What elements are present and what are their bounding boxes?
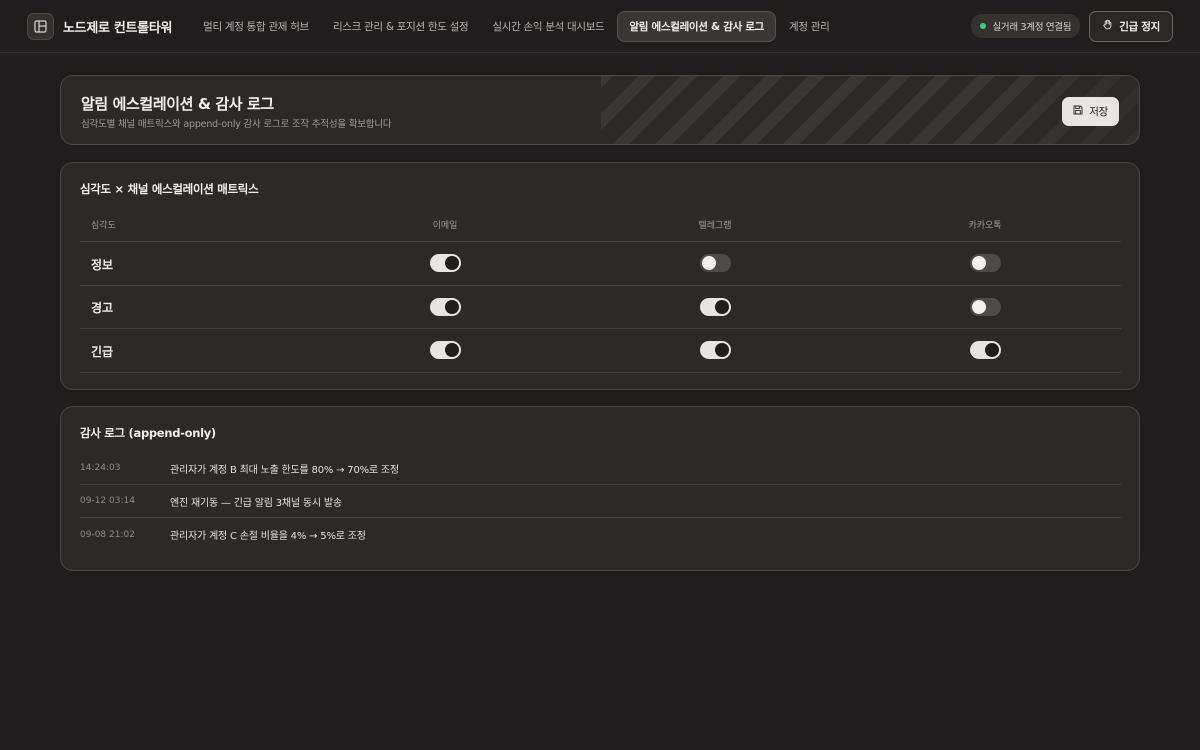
severity-label: 긴급 [91, 344, 114, 359]
nav-item-risk-limits[interactable]: 리스크 관리 & 포지션 한도 설정 [322, 12, 479, 41]
toggle-knob [714, 343, 729, 358]
header-email: 이메일 [432, 221, 458, 231]
log-message: 관리자가 계정 B 최대 노출 한도를 80% → 70%로 조정 [170, 464, 399, 476]
log-timestamp: 14:24:03 [80, 463, 121, 473]
telegram-toggle[interactable] [699, 254, 731, 273]
escalation-matrix-card: 심각도 × 채널 에스컬레이션 매트릭스 심각도 이메일 텔레그램 카카오톡 정… [60, 162, 1140, 390]
layout-icon [27, 12, 54, 40]
audit-log-title: 감사 로그 (append-only) [80, 426, 216, 440]
telegram-toggle[interactable] [699, 297, 731, 316]
log-message: 관리자가 계정 C 손절 비율을 4% → 5%로 조정 [170, 531, 366, 542]
email-toggle[interactable] [429, 341, 461, 360]
page-title: 알림 에스컬레이션 & 감사 로그 [81, 95, 274, 113]
nav-item-multi-account-hub[interactable]: 멀티 계정 통합 관제 허브 [192, 12, 320, 41]
emergency-stop-button[interactable]: 긴급 정지 [1089, 10, 1173, 42]
telegram-toggle[interactable] [699, 341, 731, 360]
log-entry: 14:24:03 관리자가 계정 B 최대 노출 한도를 80% → 70%로 조… [80, 452, 1121, 485]
page-header-card: 알림 에스컬레이션 & 감사 로그 심각도별 채널 매트릭스와 append-o… [60, 75, 1140, 145]
matrix-row: 경고 [80, 286, 1121, 329]
email-toggle[interactable] [429, 297, 461, 316]
nav-item-account-management[interactable]: 계정 관리 [778, 12, 840, 41]
kakao-toggle[interactable] [969, 297, 1001, 316]
page-subtitle: 심각도별 채널 매트릭스와 append-only 감사 로그로 조작 추적성을… [81, 119, 392, 130]
toggle-knob [714, 299, 729, 314]
log-timestamp: 09-12 03:14 [80, 496, 135, 506]
status-dot-icon [980, 23, 987, 29]
top-navigation-bar: 노드제로 컨트롤타워 멀티 계정 통합 관제 허브 리스크 관리 & 포지션 한… [0, 0, 1200, 53]
save-label: 저장 [1089, 106, 1108, 118]
audit-log-card: 감사 로그 (append-only) 14:24:03 관리자가 계정 B 최대… [60, 406, 1140, 571]
header-kakao: 카카오톡 [968, 221, 1002, 231]
brand[interactable]: 노드제로 컨트롤타워 [27, 12, 173, 40]
severity-label: 정보 [91, 257, 114, 272]
log-entry: 09-12 03:14 엔진 재기동 — 긴급 알림 3채널 동시 발송 [80, 485, 1121, 518]
toggle-knob [701, 256, 716, 271]
main-nav: 멀티 계정 통합 관제 허브 리스크 관리 & 포지션 한도 설정 실시간 손익… [192, 10, 840, 42]
severity-label: 경고 [91, 301, 114, 316]
floppy-disk-icon [1073, 105, 1083, 118]
nav-item-pnl-dashboard[interactable]: 실시간 손익 분석 대시보드 [481, 12, 615, 41]
emergency-stop-label: 긴급 정지 [1119, 20, 1160, 33]
save-button[interactable]: 저장 [1062, 97, 1119, 126]
matrix-header-row: 심각도 이메일 텔레그램 카카오톡 [80, 208, 1121, 242]
toggle-knob [444, 299, 459, 314]
hand-stop-icon [1102, 19, 1113, 33]
log-message: 엔진 재기동 — 긴급 알림 3채널 동시 발송 [170, 497, 342, 509]
toggle-knob [444, 256, 459, 271]
escalation-matrix-table: 심각도 이메일 텔레그램 카카오톡 정보경고긴급 [80, 208, 1121, 373]
nav-item-alerts-audit[interactable]: 알림 에스컬레이션 & 감사 로그 [617, 10, 777, 42]
toggle-knob [971, 256, 986, 271]
audit-log-list: 14:24:03 관리자가 계정 B 최대 노출 한도를 80% → 70%로 조… [80, 452, 1121, 551]
kakao-toggle[interactable] [969, 341, 1001, 360]
brand-name: 노드제로 컨트롤타워 [63, 20, 173, 36]
toggle-knob [971, 299, 986, 314]
live-connection-label: 실거래 3계정 연결됨 [992, 22, 1072, 33]
toggle-knob [984, 343, 999, 358]
kakao-toggle[interactable] [969, 254, 1001, 273]
live-connection-badge: 실거래 3계정 연결됨 [971, 14, 1081, 38]
matrix-title: 심각도 × 채널 에스컬레이션 매트릭스 [80, 182, 259, 196]
email-toggle[interactable] [429, 254, 461, 273]
log-timestamp: 09-08 21:02 [80, 529, 135, 540]
header-telegram: 텔레그램 [698, 221, 732, 231]
matrix-row: 긴급 [80, 329, 1121, 373]
header-severity: 심각도 [91, 221, 116, 231]
log-entry: 09-08 21:02 관리자가 계정 C 손절 비율을 4% → 5%로 조정 [80, 518, 1121, 551]
toggle-knob [444, 343, 459, 358]
matrix-row: 정보 [80, 242, 1121, 286]
